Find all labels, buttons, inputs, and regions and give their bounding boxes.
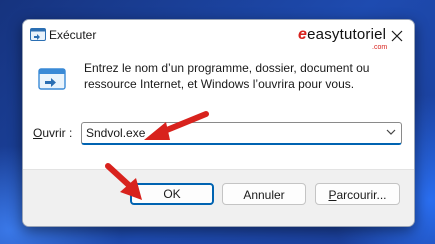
browse-button[interactable]: Parcourir... [315,183,400,205]
run-app-icon [30,28,46,41]
ok-button[interactable]: OK [130,183,214,205]
run-program-icon [38,68,66,90]
title-bar[interactable]: Exécuter eeasytutoriel .com [23,20,414,52]
watermark-domain: .com [372,44,388,51]
open-input-value[interactable]: Sndvol.exe [86,126,145,140]
run-dialog: Exécuter eeasytutoriel .com Entrez le no… [22,19,415,227]
watermark-logo: eeasytutoriel [298,26,386,44]
open-label: Ouvrir : [33,126,73,140]
watermark-text: easytutoriel [307,26,387,43]
close-icon[interactable] [388,27,406,45]
chevron-down-icon[interactable] [386,128,396,136]
cancel-button[interactable]: Annuler [222,183,306,205]
window-title: Exécuter [49,28,97,42]
open-combobox[interactable]: Sndvol.exe [81,122,402,145]
watermark-e-mark: e [298,26,308,43]
dialog-description: Entrez le nom d’un programme, dossier, d… [84,61,370,91]
